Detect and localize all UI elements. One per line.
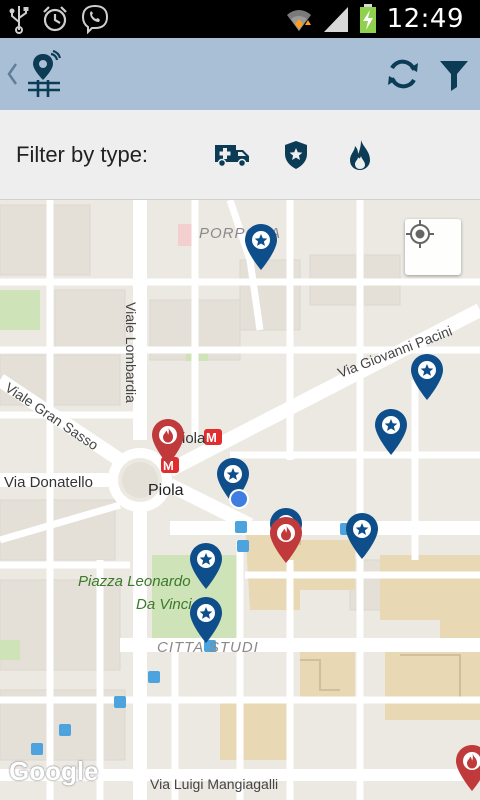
svg-text:M: M [206, 430, 217, 445]
map-view[interactable]: M M PORPORA Viale Lombardia Via Giovanni… [0, 200, 480, 800]
label-piola: Piola [148, 482, 184, 499]
my-location-button[interactable] [405, 219, 461, 275]
filter-bar: Filter by type: [0, 110, 480, 200]
viber-icon [81, 4, 109, 34]
label-via-luigi-mangiagalli: Via Luigi Mangiagalli [150, 776, 278, 792]
status-bar: 12:49 [0, 0, 480, 38]
crosshair-icon [406, 220, 434, 248]
police-badge-icon [285, 141, 307, 169]
filter-ambulance-button[interactable] [212, 136, 252, 174]
app-logo-icon[interactable] [26, 50, 64, 98]
label-citta-studi: CITTA STUDI [157, 639, 259, 656]
label-viale-lombardia: Viale Lombardia [123, 302, 139, 403]
refresh-icon[interactable] [384, 55, 422, 93]
filter-icon[interactable] [438, 55, 470, 93]
signal-icon [323, 7, 348, 32]
fire-icon [350, 140, 370, 170]
filter-label: Filter by type: [16, 142, 149, 167]
label-piazza-2: Da Vinci [136, 596, 192, 613]
ambulance-icon [215, 145, 249, 168]
alarm-icon [43, 6, 67, 32]
map-canvas: M M PORPORA Viale Lombardia Via Giovanni… [0, 200, 480, 800]
app-screen: 12:49 Filter by type: M M PORPORA Viale … [0, 0, 480, 800]
filter-police-button[interactable] [276, 136, 316, 174]
wifi-icon [286, 10, 311, 31]
back-chevron-icon[interactable] [6, 60, 18, 88]
usb-icon [9, 6, 29, 34]
label-via-donatello: Via Donatello [4, 474, 93, 491]
google-attribution: Google [9, 756, 99, 786]
status-time: 12:49 [386, 4, 464, 34]
battery-charging-icon [359, 4, 376, 33]
filter-fire-button[interactable] [340, 136, 380, 174]
action-bar [0, 38, 480, 110]
label-piazza-1: Piazza Leonardo [78, 573, 191, 590]
